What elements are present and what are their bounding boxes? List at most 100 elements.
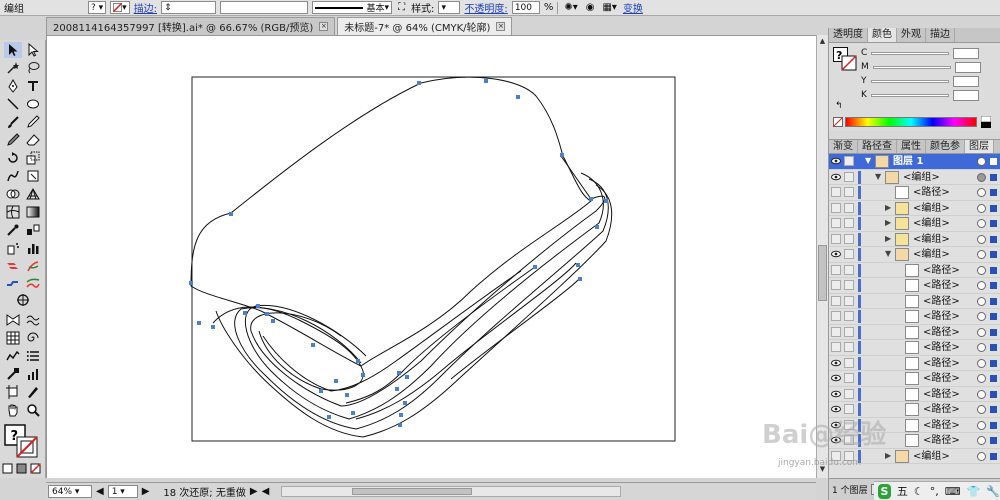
selection-indicator[interactable] (990, 266, 997, 274)
variable-width-dropdown[interactable] (220, 1, 309, 14)
warp-tool-icon[interactable] (4, 168, 22, 184)
chevron-right-icon[interactable]: ▶ (885, 218, 891, 227)
symbol-sprayer-tool-icon[interactable] (4, 240, 22, 256)
free-transform-tool-icon[interactable] (24, 168, 42, 184)
layer-row[interactable]: ▼ 图层 1 (829, 154, 1000, 170)
visibility-toggle[interactable] (831, 450, 841, 461)
visibility-toggle[interactable] (831, 218, 841, 228)
tab-document-1[interactable]: 2008114164357997 [转换].ai* @ 66.67% (RGB/… (46, 17, 336, 35)
hand-tool-icon[interactable] (4, 402, 22, 418)
mesh-tool-icon[interactable] (4, 204, 22, 220)
lock-toggle[interactable] (844, 311, 854, 321)
moon-icon[interactable]: ☾ (914, 485, 924, 498)
visibility-eye-icon[interactable] (831, 404, 841, 414)
white-black-swatches[interactable] (981, 116, 991, 128)
chevron-down-icon[interactable]: ▼ (875, 172, 881, 181)
channel-value-input[interactable] (952, 75, 979, 87)
align-panel-icon[interactable]: ▦▾ (600, 1, 618, 14)
graph-line-icon[interactable] (4, 348, 22, 364)
target-icon[interactable] (977, 451, 986, 461)
tab-appearance[interactable]: 外观 (897, 28, 926, 42)
target-icon[interactable] (977, 234, 986, 244)
magenta-slider[interactable]: M (861, 61, 981, 73)
lock-toggle[interactable] (844, 187, 854, 197)
selection-indicator[interactable] (990, 297, 997, 305)
layer-item-name[interactable]: <路径> (923, 371, 960, 386)
layer-item-name[interactable]: <编组> (913, 201, 950, 216)
layer-item-name[interactable]: <路径> (923, 309, 960, 324)
selection-indicator[interactable] (990, 251, 997, 258)
visibility-toggle[interactable] (831, 187, 841, 197)
layer-item-name[interactable]: <编组> (913, 216, 950, 231)
twirl-tool-icon[interactable] (24, 330, 42, 346)
layer-row[interactable]: <路径> (829, 294, 1000, 309)
lock-toggle[interactable] (844, 404, 854, 414)
zoom-dropdown[interactable]: 64% ▾ (48, 485, 92, 498)
fill-stroke-mini-swatch[interactable]: ? (833, 47, 857, 71)
lock-toggle[interactable] (844, 202, 854, 213)
eyedropper-tool-icon[interactable] (4, 222, 22, 238)
chevron-right-icon[interactable]: ▶ (885, 234, 891, 243)
zoom-tool-icon[interactable] (24, 402, 42, 418)
layer-item-name[interactable]: <路径> (923, 433, 960, 448)
column-graph-tool-icon[interactable] (24, 240, 42, 256)
target-icon[interactable] (977, 436, 986, 445)
magic-wand-tool-icon[interactable] (4, 60, 22, 76)
tab-gradient[interactable]: 渐变 (829, 140, 858, 153)
tab-layers[interactable]: 图层 (965, 140, 994, 153)
layer-item-name[interactable]: <路径> (923, 387, 960, 402)
slider-track[interactable] (872, 65, 951, 69)
selection-indicator[interactable] (990, 235, 997, 243)
visibility-eye-icon[interactable] (831, 156, 841, 166)
selection-indicator[interactable] (990, 452, 997, 460)
isolate-group-icon[interactable]: ◉ (584, 1, 597, 14)
layer-row[interactable]: <路径> (829, 356, 1000, 371)
lock-toggle[interactable] (844, 342, 854, 352)
visibility-toggle[interactable] (831, 326, 841, 337)
visibility-eye-icon[interactable] (831, 358, 841, 368)
layer-row[interactable]: <路径> (829, 402, 1000, 418)
lock-toggle[interactable] (844, 171, 854, 182)
yellow-slider[interactable]: Y (861, 75, 979, 87)
layer-item-name[interactable]: <路径> (923, 418, 960, 433)
target-icon[interactable] (977, 188, 986, 197)
wrench-icon[interactable]: 🔧 (986, 485, 1000, 498)
target-icon[interactable] (977, 157, 986, 166)
tab-color-guide[interactable]: 颜色参 (926, 140, 965, 153)
selection-indicator[interactable] (990, 158, 997, 165)
paintbrush-tool-icon[interactable] (4, 114, 22, 130)
slider-track[interactable] (870, 79, 949, 83)
knife-tool-icon[interactable] (24, 384, 42, 400)
layer-row[interactable]: <路径> (829, 325, 1000, 340)
lasso-tool-icon[interactable] (24, 60, 42, 76)
visibility-eye-icon[interactable] (831, 420, 841, 430)
layer-row[interactable]: <路径> (829, 418, 1000, 433)
graphic-style-dropdown[interactable]: ▾ (438, 1, 461, 14)
selection-indicator[interactable] (990, 282, 997, 289)
perspective-grid-tool-icon[interactable] (24, 186, 42, 202)
visibility-eye-icon[interactable] (831, 373, 841, 383)
lock-toggle[interactable] (844, 249, 854, 259)
eraser-tool-icon[interactable] (24, 132, 42, 148)
tab-attributes[interactable]: 属性 (897, 140, 926, 153)
artboard-tool-icon[interactable] (4, 258, 22, 274)
lock-toggle[interactable] (844, 450, 854, 461)
target-icon[interactable] (977, 358, 986, 368)
bar-graph-icon[interactable] (24, 366, 42, 382)
punctuation-icon[interactable]: °, (930, 485, 939, 498)
layer-item-name[interactable]: <路径> (923, 294, 960, 309)
color-mode-buttons[interactable] (2, 462, 46, 474)
visibility-toggle[interactable] (831, 264, 841, 275)
selection-tool-icon[interactable] (4, 42, 22, 58)
ime-mode-label[interactable]: 五 (897, 483, 908, 499)
close-icon[interactable]: × (496, 22, 506, 31)
lock-toggle[interactable] (844, 295, 854, 306)
visibility-eye-icon[interactable] (831, 435, 841, 445)
layer-row[interactable]: ▶ <编组> (829, 232, 1000, 247)
selection-indicator[interactable] (990, 390, 997, 398)
ellipse-tool-icon[interactable] (24, 96, 42, 112)
horizontal-scrollbar[interactable] (281, 486, 622, 497)
layer-row[interactable]: ▶ <编组> (829, 449, 1000, 464)
visibility-eye-icon[interactable] (831, 389, 841, 399)
lock-toggle[interactable] (844, 280, 854, 290)
